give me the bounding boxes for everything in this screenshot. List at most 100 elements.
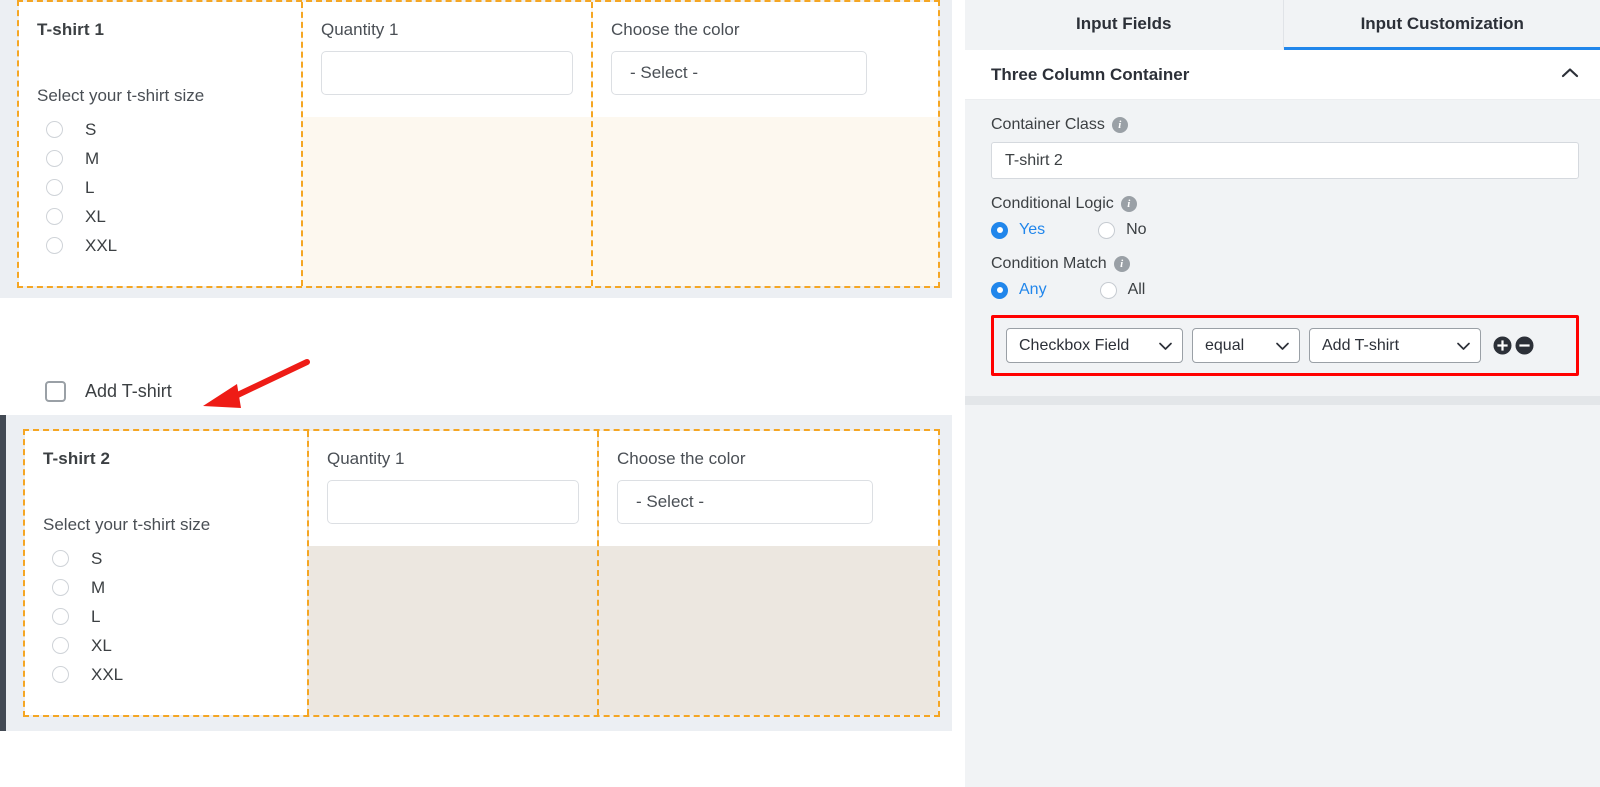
color-2-label: Choose the color [617,449,746,468]
container-2-columns: T-shirt 2 Select your t-shirt size S M L… [23,429,940,717]
panel-empty-area [965,405,1600,765]
radio-circle-icon[interactable] [52,550,69,567]
radio-selected-icon[interactable] [991,221,1008,239]
container-2-column-2: Quantity 1 [309,431,599,715]
radio-circle-icon[interactable] [46,121,63,138]
info-icon[interactable]: i [1120,196,1137,212]
color-2-select[interactable]: - Select - [617,480,873,524]
settings-panel: Input Fields Input Customization Three C… [952,0,1600,787]
tab-input-fields[interactable]: Input Fields [965,0,1284,50]
container-1-inner: T-shirt 1 Select your t-shirt size S M L… [5,0,952,298]
size-option-label: XXL [85,235,118,255]
chevron-up-icon[interactable] [1561,66,1579,84]
add-tshirt-checkbox-row[interactable]: Add T-shirt [45,359,310,408]
condition-match-all-label: All [1127,281,1146,298]
size-option-l[interactable]: L [37,173,283,202]
tab-input-customization[interactable]: Input Customization [1283,0,1600,50]
radio-circle-icon[interactable] [46,208,63,225]
tab-input-fields-label: Input Fields [1076,13,1172,33]
condition-match-any-label: Any [1019,281,1047,298]
size-option-label: L [91,606,101,626]
quantity-1-input[interactable] [321,51,573,95]
size-option-label: M [85,148,100,168]
quantity-1-label: Quantity 1 [321,20,399,39]
quantity-2-input[interactable] [327,480,579,524]
size-option-xl[interactable]: XL [43,631,289,660]
container-2-column-2-content: Quantity 1 [309,431,597,546]
tab-input-customization-label: Input Customization [1360,13,1524,33]
chevron-down-icon[interactable] [1275,341,1290,351]
radio-selected-icon[interactable] [991,281,1008,299]
container-2-column-3: Choose the color - Select - [599,431,938,715]
radio-circle-icon[interactable] [52,637,69,654]
container-2-wrapper: T-shirt 2 Select your t-shirt size S M L… [0,415,952,731]
conditional-logic-no[interactable]: No [1098,221,1147,239]
tshirt-2-size-label: Select your t-shirt size [43,515,211,534]
container-class-input[interactable]: T-shirt 2 [991,142,1579,179]
container-1-column-3-content: Choose the color - Select - [593,2,938,117]
chevron-down-icon[interactable] [1456,341,1471,351]
condition-match-all[interactable]: All [1099,281,1146,299]
quantity-2-label: Quantity 1 [327,449,405,468]
container-1-columns: T-shirt 1 Select your t-shirt size S M L… [17,0,940,288]
add-tshirt-label: Add T-shirt [85,380,172,401]
condition-match-radio-group: Any All [991,281,1579,299]
info-icon[interactable]: i [1111,117,1128,133]
size-option-s[interactable]: S [43,544,289,573]
app-screen: T-shirt 1 Select your t-shirt size S M L… [0,0,1600,787]
radio-icon[interactable] [1099,281,1117,299]
size-option-m[interactable]: M [37,144,283,173]
form-preview-area: T-shirt 1 Select your t-shirt size S M L… [0,0,952,787]
tshirt-container-1[interactable]: T-shirt 1 Select your t-shirt size S M L… [0,0,952,298]
radio-circle-icon[interactable] [52,608,69,625]
tshirt-1-title: T-shirt 1 [37,20,105,39]
panel-left-gutter [953,0,965,787]
size-option-m[interactable]: M [43,573,289,602]
tshirt-2-title: T-shirt 2 [43,449,111,468]
tshirt-2-size-radio-group[interactable]: S M L XL XXL [43,544,289,689]
info-icon[interactable]: i [1113,256,1130,272]
condition-field-value: Checkbox Field [1019,336,1130,354]
container-1-column-2: Quantity 1 [303,2,593,286]
radio-circle-icon[interactable] [46,237,63,254]
radio-circle-icon[interactable] [52,579,69,596]
radio-circle-icon[interactable] [46,179,63,196]
radio-circle-icon[interactable] [52,666,69,683]
conditional-logic-yes[interactable]: Yes [991,221,1045,239]
section-body: Container Class i T-shirt 2 Conditional … [965,100,1600,396]
tshirt-container-2[interactable]: T-shirt 2 Select your t-shirt size S M L… [0,415,952,731]
tshirt-1-size-radio-group[interactable]: S M L XL XXL [37,115,283,260]
size-option-label: XL [91,635,112,655]
radio-icon[interactable] [1098,221,1116,239]
container-class-label: Container Class [991,116,1105,133]
condition-field-select[interactable]: Checkbox Field [1006,328,1183,363]
size-option-s[interactable]: S [37,115,283,144]
condition-operator-select[interactable]: equal [1192,328,1300,363]
color-1-select[interactable]: - Select - [611,51,867,95]
three-column-container-header[interactable]: Three Column Container [965,50,1600,100]
checkbox-icon[interactable] [45,380,66,402]
size-option-xxl[interactable]: XXL [37,231,283,260]
size-option-xxl[interactable]: XXL [43,660,289,689]
condition-match-label: Condition Match [991,255,1107,272]
condition-value-value: Add T-shirt [1322,336,1400,354]
condition-value-select[interactable]: Add T-shirt [1309,328,1481,363]
color-1-label: Choose the color [611,20,740,39]
plus-circle-icon[interactable] [1493,336,1512,355]
chevron-down-icon[interactable] [1158,341,1173,351]
condition-rule-row-highlighted: Checkbox Field equal Add T-shirt [991,315,1579,376]
size-option-l[interactable]: L [43,602,289,631]
radio-circle-icon[interactable] [46,150,63,167]
container-1-column-3: Choose the color - Select - [593,2,938,286]
container-2-column-3-content: Choose the color - Select - [599,431,938,546]
size-option-label: S [91,548,103,568]
section-title: Three Column Container [991,64,1190,84]
condition-match-any[interactable]: Any [991,281,1047,299]
size-option-xl[interactable]: XL [37,202,283,231]
size-option-label: XXL [91,664,124,684]
container-1-wrapper: T-shirt 1 Select your t-shirt size S M L… [0,0,952,298]
conditional-logic-radio-group: Yes No [991,221,1579,239]
minus-circle-icon[interactable] [1515,336,1534,355]
